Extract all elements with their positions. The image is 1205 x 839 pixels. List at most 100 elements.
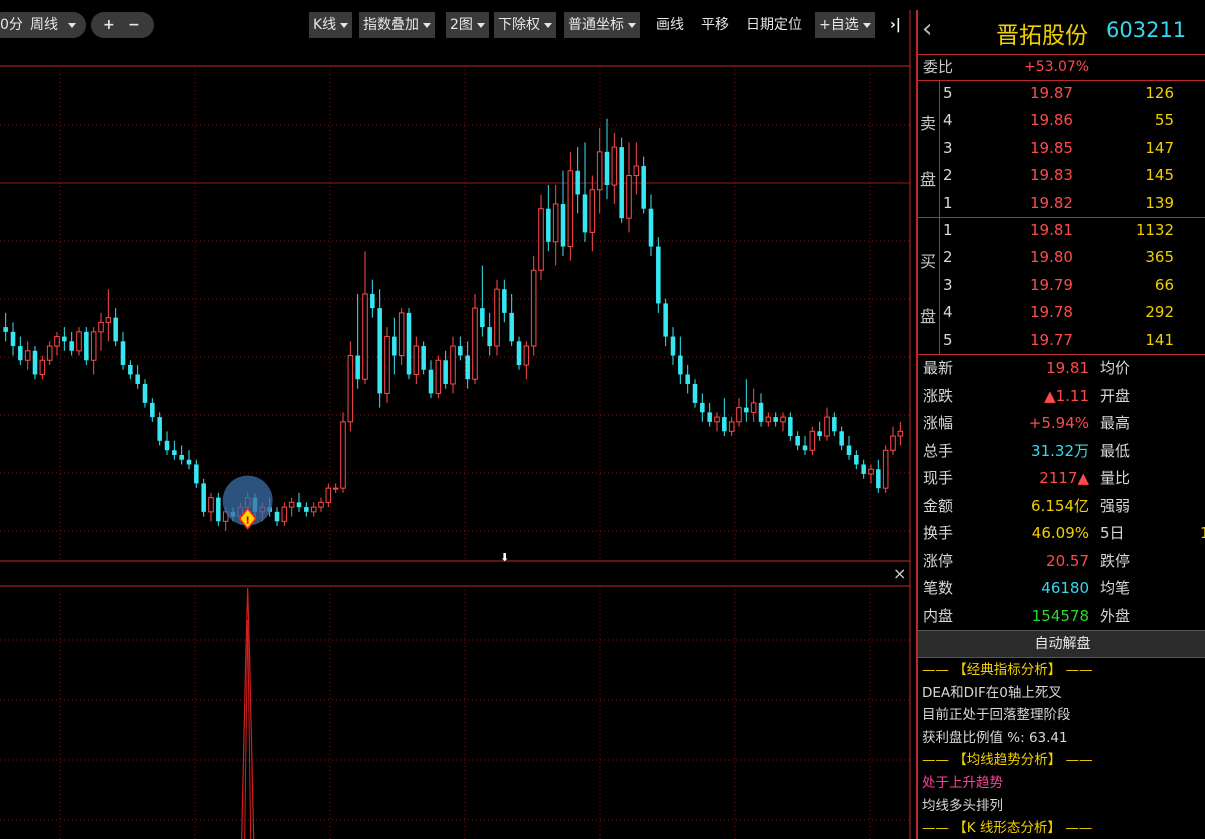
date-locate-button[interactable]: 日期定位 bbox=[742, 12, 806, 38]
candle-body bbox=[744, 407, 749, 413]
candle-body bbox=[332, 487, 339, 490]
sell-order-level: 1 bbox=[943, 193, 953, 212]
buy-order-row[interactable]: 2 19.80 365 bbox=[918, 244, 1205, 271]
quote-label-secondary: 最高 bbox=[1100, 414, 1131, 432]
order-ratio-row: 委比 +53.07% bbox=[918, 54, 1205, 81]
buy-order-row[interactable]: 5 19.77 141 bbox=[918, 327, 1205, 354]
pan-button[interactable]: 平移 bbox=[697, 12, 733, 38]
candle-body bbox=[318, 501, 324, 508]
sell-order-volume: 145 bbox=[1145, 166, 1174, 185]
candle-body bbox=[494, 288, 500, 347]
close-subchart-icon[interactable]: × bbox=[893, 564, 906, 583]
quote-value: +5.94% bbox=[1028, 414, 1089, 432]
candle-body bbox=[552, 203, 559, 243]
candle-body bbox=[428, 369, 434, 394]
quote-label-secondary: 强弱 bbox=[1100, 496, 1131, 515]
candle-body bbox=[839, 431, 844, 446]
sell-order-level: 3 bbox=[943, 138, 953, 157]
candle-body bbox=[3, 327, 8, 332]
candle-body bbox=[194, 464, 199, 484]
candle-body bbox=[435, 359, 442, 394]
candle-body bbox=[633, 165, 640, 177]
coordinate-label: 普通坐标 bbox=[568, 17, 624, 33]
draw-line-button[interactable]: 画线 bbox=[652, 12, 688, 38]
period-selector[interactable]: 0分 周线 bbox=[0, 12, 86, 38]
analysis-line: 目前正处于回落整理阶段 bbox=[922, 707, 1071, 724]
candle-body bbox=[678, 355, 683, 375]
candle-body bbox=[750, 402, 757, 413]
buy-order-row[interactable]: 1 19.81 1132 bbox=[918, 217, 1205, 244]
candle-body bbox=[530, 269, 537, 347]
two-charts-button[interactable]: 2图 bbox=[446, 12, 489, 38]
candle-body bbox=[377, 308, 382, 394]
quote-value: 46180 bbox=[1041, 579, 1089, 597]
chevron-down-icon bbox=[68, 23, 76, 28]
two-charts-label: 2图 bbox=[450, 17, 473, 33]
candle-body bbox=[304, 507, 309, 512]
sell-order-row[interactable]: 3 19.85 147 bbox=[918, 135, 1205, 162]
sell-order-level: 4 bbox=[943, 111, 953, 130]
buy-order-price: 19.81 bbox=[1030, 221, 1073, 239]
analysis-line: DEA和DIF在0轴上死叉 bbox=[922, 684, 1062, 701]
sell-order-row[interactable]: 2 19.83 145 bbox=[918, 162, 1205, 189]
quote-label: 涨停 bbox=[923, 551, 954, 570]
sell-order-volume: 126 bbox=[1145, 84, 1174, 102]
candle-body bbox=[90, 331, 97, 361]
sell-order-row[interactable]: 5 19.87 126 bbox=[918, 80, 1205, 107]
kline-chart[interactable]: ! ⬇ × bbox=[0, 0, 912, 839]
quote-label-secondary: 量比 bbox=[1100, 469, 1131, 487]
quote-row: 现手 2117▲ 量比 bbox=[918, 465, 1205, 492]
period-partial-label: 0分 bbox=[0, 17, 23, 33]
candle-body bbox=[707, 412, 712, 422]
quote-row: 笔数 46180 均笔 bbox=[918, 575, 1205, 602]
candle-body bbox=[546, 208, 551, 242]
chevron-down-icon bbox=[544, 22, 552, 28]
buy-order-row[interactable]: 4 19.78 292 bbox=[918, 299, 1205, 326]
scroll-down-arrow-icon[interactable]: ⬇ bbox=[500, 551, 509, 564]
buy-order-price: 19.78 bbox=[1030, 303, 1073, 322]
back-arrow-icon[interactable]: ‹ bbox=[922, 14, 932, 44]
analysis-line: 获利盘比例值 %: 63.41 bbox=[922, 729, 1068, 746]
candle-body bbox=[728, 421, 735, 432]
candle-body bbox=[472, 307, 478, 380]
buy-order-row[interactable]: 3 19.79 66 bbox=[918, 272, 1205, 299]
coordinate-button[interactable]: 普通坐标 bbox=[564, 12, 640, 38]
candle-body bbox=[135, 374, 140, 384]
candle-body bbox=[398, 312, 405, 357]
quote-label: 涨跌 bbox=[923, 386, 954, 405]
quote-label: 笔数 bbox=[923, 579, 954, 597]
buy-order-price: 19.79 bbox=[1030, 275, 1073, 294]
zoom-in-button[interactable]: + bbox=[103, 12, 115, 38]
candle-body bbox=[98, 321, 104, 333]
candle-body bbox=[795, 436, 800, 446]
quote-label: 内盘 bbox=[923, 606, 954, 625]
candle-body bbox=[656, 246, 661, 304]
ex-rights-button[interactable]: 下除权 bbox=[494, 12, 556, 38]
analysis-line: 处于上升趋势 bbox=[922, 775, 1003, 791]
zoom-out-button[interactable]: − bbox=[128, 12, 140, 38]
candle-body bbox=[582, 194, 588, 233]
order-ratio-value: +53.07% bbox=[1024, 59, 1090, 75]
candle-body bbox=[465, 355, 470, 380]
candle-body bbox=[487, 327, 492, 347]
chevron-down-icon bbox=[628, 22, 636, 28]
watchlist-label: +自选 bbox=[819, 17, 859, 33]
auto-analysis-header[interactable]: 自动解盘 bbox=[918, 630, 1205, 658]
sell-order-row[interactable]: 1 19.82 139 bbox=[918, 190, 1205, 217]
kline-label: K线 bbox=[313, 17, 337, 33]
quote-label-secondary: 开盘 bbox=[1100, 386, 1131, 405]
candle-body bbox=[201, 483, 206, 512]
sell-order-row[interactable]: 4 19.86 55 bbox=[918, 107, 1205, 134]
collapse-panel-icon[interactable]: ›| bbox=[886, 12, 905, 38]
quote-panel: ‹ 晋拓股份 603211 委比 +53.07% 卖 盘 5 19.87 126 4 1… bbox=[916, 10, 1205, 839]
watchlist-button[interactable]: +自选 bbox=[815, 12, 875, 38]
buy-order-volume: 141 bbox=[1145, 330, 1174, 349]
candle-body bbox=[780, 416, 786, 423]
kline-button[interactable]: K线 bbox=[309, 12, 353, 38]
quote-value: 31.32万 bbox=[1031, 441, 1089, 460]
candle-body bbox=[882, 449, 889, 489]
sell-order-volume: 55 bbox=[1154, 111, 1174, 130]
candle-body bbox=[560, 203, 566, 247]
index-overlay-button[interactable]: 指数叠加 bbox=[359, 12, 435, 38]
buy-order-level: 5 bbox=[943, 330, 953, 349]
